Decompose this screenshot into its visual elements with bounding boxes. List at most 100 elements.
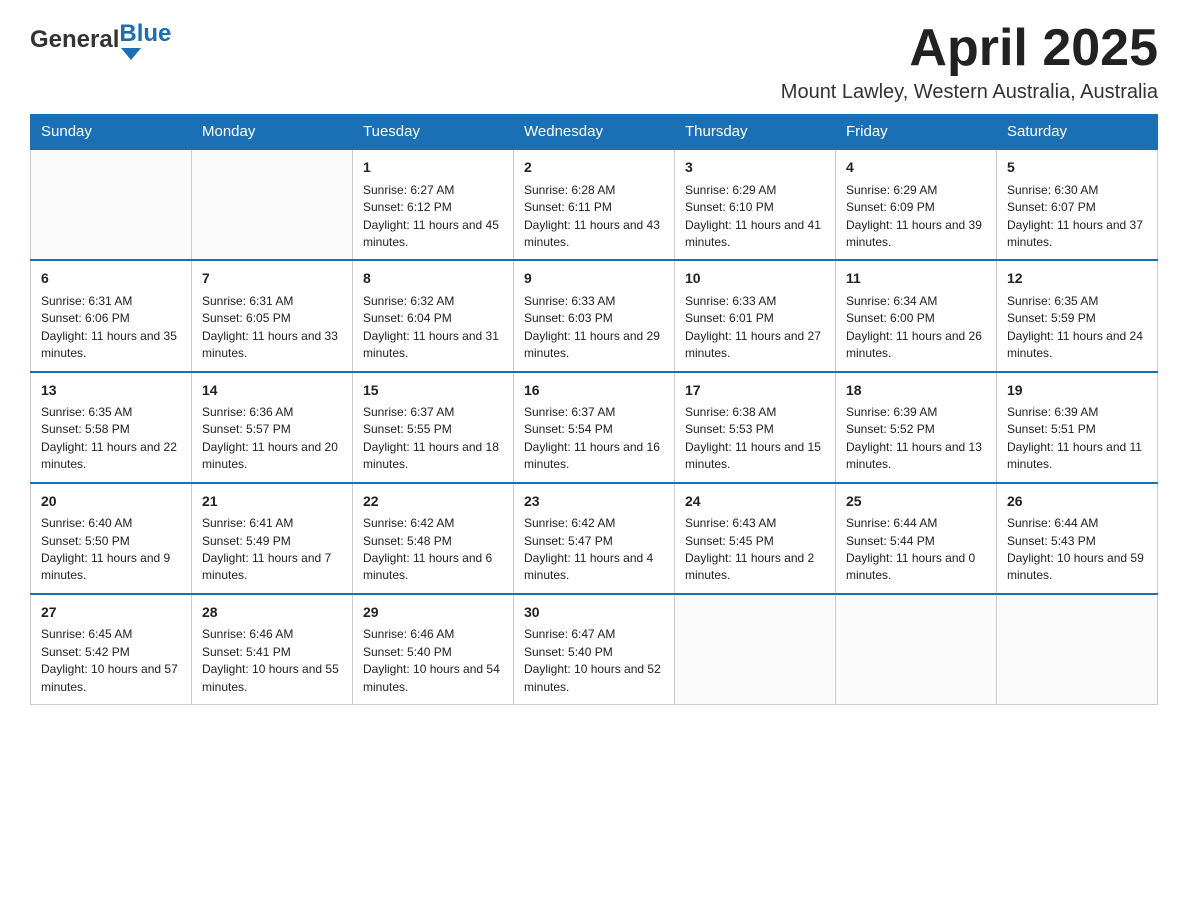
calendar-header-row: SundayMondayTuesdayWednesdayThursdayFrid… bbox=[31, 115, 1158, 150]
title-area: April 2025 Mount Lawley, Western Austral… bbox=[781, 20, 1158, 104]
day-info: Sunrise: 6:40 AMSunset: 5:50 PMDaylight:… bbox=[41, 515, 181, 585]
calendar-cell bbox=[675, 594, 836, 705]
logo-blue-part: Blue bbox=[119, 20, 171, 60]
calendar-cell: 1Sunrise: 6:27 AMSunset: 6:12 PMDaylight… bbox=[353, 149, 514, 260]
day-info: Sunrise: 6:32 AMSunset: 6:04 PMDaylight:… bbox=[363, 293, 503, 363]
day-number: 5 bbox=[1007, 158, 1147, 178]
calendar-cell: 21 Sunrise: 6:41 AMSunset: 5:49 PMDayligh… bbox=[192, 483, 353, 594]
calendar-cell: 22Sunrise: 6:42 AMSunset: 5:48 PMDayligh… bbox=[353, 483, 514, 594]
day-number: 18 bbox=[846, 381, 986, 401]
day-info: Sunrise: 6:36 AMSunset: 5:57 PMDaylight:… bbox=[202, 404, 342, 474]
calendar-cell: 16 Sunrise: 6:37 AMSunset: 5:54 PMDayligh… bbox=[514, 372, 675, 483]
calendar-cell: 25Sunrise: 6:44 AMSunset: 5:44 PMDayligh… bbox=[836, 483, 997, 594]
page-header: General Blue April 2025 Mount Lawley, We… bbox=[30, 20, 1158, 104]
calendar-table: SundayMondayTuesdayWednesdayThursdayFrid… bbox=[30, 114, 1158, 705]
day-number: 2 bbox=[524, 158, 664, 178]
day-number: 15 bbox=[363, 381, 503, 401]
day-number: 23 bbox=[524, 492, 664, 512]
day-number: 27 bbox=[41, 603, 181, 623]
day-number: 13 bbox=[41, 381, 181, 401]
day-number: 25 bbox=[846, 492, 986, 512]
day-info: Sunrise: 6:30 AMSunset: 6:07 PMDaylight:… bbox=[1007, 182, 1147, 252]
calendar-cell bbox=[31, 149, 192, 260]
day-info: Sunrise: 6:45 AMSunset: 5:42 PMDaylight:… bbox=[41, 626, 181, 696]
calendar-cell: 2 Sunrise: 6:28 AMSunset: 6:11 PMDaylight… bbox=[514, 149, 675, 260]
day-number: 17 bbox=[685, 381, 825, 401]
day-number: 8 bbox=[363, 269, 503, 289]
calendar-week-row: 13 Sunrise: 6:35 AMSunset: 5:58 PMDayligh… bbox=[31, 372, 1158, 483]
calendar-cell: 15Sunrise: 6:37 AMSunset: 5:55 PMDayligh… bbox=[353, 372, 514, 483]
calendar-cell: 27 Sunrise: 6:45 AMSunset: 5:42 PMDayligh… bbox=[31, 594, 192, 705]
calendar-cell: 11Sunrise: 6:34 AMSunset: 6:00 PMDayligh… bbox=[836, 260, 997, 371]
day-number: 16 bbox=[524, 381, 664, 401]
logo-blue-text: Blue bbox=[119, 20, 171, 48]
day-info: Sunrise: 6:31 AMSunset: 6:06 PMDaylight:… bbox=[41, 293, 181, 363]
day-info: Sunrise: 6:37 AMSunset: 5:54 PMDaylight:… bbox=[524, 404, 664, 474]
day-number: 29 bbox=[363, 603, 503, 623]
calendar-week-row: 20 Sunrise: 6:40 AMSunset: 5:50 PMDayligh… bbox=[31, 483, 1158, 594]
calendar-cell: 4 Sunrise: 6:29 AMSunset: 6:09 PMDaylight… bbox=[836, 149, 997, 260]
calendar-cell bbox=[836, 594, 997, 705]
day-number: 24 bbox=[685, 492, 825, 512]
location-subtitle: Mount Lawley, Western Australia, Austral… bbox=[781, 81, 1158, 104]
day-number: 10 bbox=[685, 269, 825, 289]
day-number: 12 bbox=[1007, 269, 1147, 289]
calendar-cell: 18 Sunrise: 6:39 AMSunset: 5:52 PMDayligh… bbox=[836, 372, 997, 483]
calendar-cell: 26 Sunrise: 6:44 AMSunset: 5:43 PMDayligh… bbox=[997, 483, 1158, 594]
day-info: Sunrise: 6:29 AMSunset: 6:09 PMDaylight:… bbox=[846, 182, 986, 252]
calendar-cell: 24 Sunrise: 6:43 AMSunset: 5:45 PMDayligh… bbox=[675, 483, 836, 594]
day-info: Sunrise: 6:39 AMSunset: 5:52 PMDaylight:… bbox=[846, 404, 986, 474]
col-header-sunday: Sunday bbox=[31, 115, 192, 150]
calendar-cell: 8 Sunrise: 6:32 AMSunset: 6:04 PMDaylight… bbox=[353, 260, 514, 371]
calendar-cell bbox=[192, 149, 353, 260]
calendar-cell: 14 Sunrise: 6:36 AMSunset: 5:57 PMDayligh… bbox=[192, 372, 353, 483]
day-info: Sunrise: 6:47 AMSunset: 5:40 PMDaylight:… bbox=[524, 626, 664, 696]
day-number: 20 bbox=[41, 492, 181, 512]
calendar-cell: 28 Sunrise: 6:46 AMSunset: 5:41 PMDayligh… bbox=[192, 594, 353, 705]
calendar-cell: 3 Sunrise: 6:29 AMSunset: 6:10 PMDaylight… bbox=[675, 149, 836, 260]
day-info: Sunrise: 6:35 AMSunset: 5:58 PMDaylight:… bbox=[41, 404, 181, 474]
calendar-cell: 12Sunrise: 6:35 AMSunset: 5:59 PMDayligh… bbox=[997, 260, 1158, 371]
day-number: 28 bbox=[202, 603, 342, 623]
logo: General Blue bbox=[30, 20, 171, 60]
calendar-cell: 5 Sunrise: 6:30 AMSunset: 6:07 PMDaylight… bbox=[997, 149, 1158, 260]
logo-general-text: General bbox=[30, 26, 119, 54]
day-number: 26 bbox=[1007, 492, 1147, 512]
day-info: Sunrise: 6:44 AMSunset: 5:43 PMDaylight:… bbox=[1007, 515, 1147, 585]
calendar-cell: 23 Sunrise: 6:42 AMSunset: 5:47 PMDayligh… bbox=[514, 483, 675, 594]
col-header-saturday: Saturday bbox=[997, 115, 1158, 150]
month-year-title: April 2025 bbox=[781, 20, 1158, 77]
calendar-cell: 19 Sunrise: 6:39 AMSunset: 5:51 PMDayligh… bbox=[997, 372, 1158, 483]
calendar-cell: 10 Sunrise: 6:33 AMSunset: 6:01 PMDayligh… bbox=[675, 260, 836, 371]
day-info: Sunrise: 6:39 AMSunset: 5:51 PMDaylight:… bbox=[1007, 404, 1147, 474]
col-header-tuesday: Tuesday bbox=[353, 115, 514, 150]
day-number: 21 bbox=[202, 492, 342, 512]
day-info: Sunrise: 6:33 AMSunset: 6:03 PMDaylight:… bbox=[524, 293, 664, 363]
day-number: 3 bbox=[685, 158, 825, 178]
day-number: 6 bbox=[41, 269, 181, 289]
calendar-cell: 13 Sunrise: 6:35 AMSunset: 5:58 PMDayligh… bbox=[31, 372, 192, 483]
day-info: Sunrise: 6:41 AMSunset: 5:49 PMDaylight:… bbox=[202, 515, 342, 585]
calendar-cell: 29Sunrise: 6:46 AMSunset: 5:40 PMDayligh… bbox=[353, 594, 514, 705]
calendar-cell: 17 Sunrise: 6:38 AMSunset: 5:53 PMDayligh… bbox=[675, 372, 836, 483]
day-number: 4 bbox=[846, 158, 986, 178]
day-info: Sunrise: 6:29 AMSunset: 6:10 PMDaylight:… bbox=[685, 182, 825, 252]
day-info: Sunrise: 6:33 AMSunset: 6:01 PMDaylight:… bbox=[685, 293, 825, 363]
logo-triangle-icon bbox=[121, 48, 141, 60]
day-number: 19 bbox=[1007, 381, 1147, 401]
calendar-week-row: 1Sunrise: 6:27 AMSunset: 6:12 PMDaylight… bbox=[31, 149, 1158, 260]
calendar-cell: 30Sunrise: 6:47 AMSunset: 5:40 PMDayligh… bbox=[514, 594, 675, 705]
day-info: Sunrise: 6:28 AMSunset: 6:11 PMDaylight:… bbox=[524, 182, 664, 252]
calendar-cell: 9 Sunrise: 6:33 AMSunset: 6:03 PMDaylight… bbox=[514, 260, 675, 371]
day-info: Sunrise: 6:38 AMSunset: 5:53 PMDaylight:… bbox=[685, 404, 825, 474]
day-info: Sunrise: 6:31 AMSunset: 6:05 PMDaylight:… bbox=[202, 293, 342, 363]
calendar-cell: 20 Sunrise: 6:40 AMSunset: 5:50 PMDayligh… bbox=[31, 483, 192, 594]
day-info: Sunrise: 6:34 AMSunset: 6:00 PMDaylight:… bbox=[846, 293, 986, 363]
day-number: 9 bbox=[524, 269, 664, 289]
calendar-week-row: 6 Sunrise: 6:31 AMSunset: 6:06 PMDaylight… bbox=[31, 260, 1158, 371]
day-info: Sunrise: 6:43 AMSunset: 5:45 PMDaylight:… bbox=[685, 515, 825, 585]
col-header-friday: Friday bbox=[836, 115, 997, 150]
day-info: Sunrise: 6:46 AMSunset: 5:41 PMDaylight:… bbox=[202, 626, 342, 696]
day-number: 14 bbox=[202, 381, 342, 401]
day-info: Sunrise: 6:42 AMSunset: 5:47 PMDaylight:… bbox=[524, 515, 664, 585]
